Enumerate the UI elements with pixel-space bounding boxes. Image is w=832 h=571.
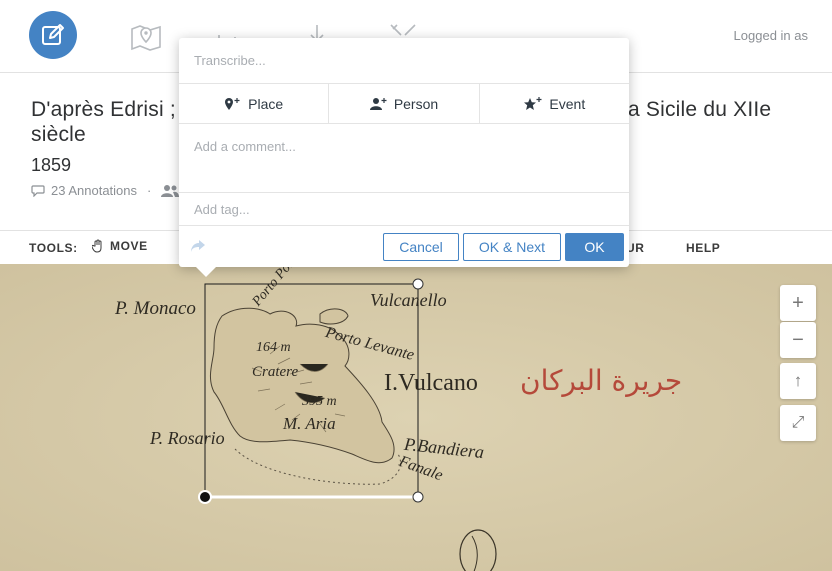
label-i-vulcano: I.Vulcano (384, 370, 478, 396)
transcribe-field[interactable]: Transcribe... (179, 38, 629, 84)
place-label: Place (248, 95, 284, 112)
label-arabic-island: جريرة البركان (520, 364, 683, 397)
ok-button[interactable]: OK (565, 233, 624, 261)
logged-in-label: Logged in as (733, 28, 808, 43)
popup-footer: Cancel OK & Next OK (179, 226, 629, 267)
title-left: D'après Edrisi ; e (31, 98, 194, 121)
star-plus-icon (524, 96, 542, 110)
hand-icon (92, 239, 102, 253)
comment-field[interactable]: Add a comment... (179, 124, 629, 193)
title-line2: siècle (31, 123, 86, 146)
user-plus-icon (369, 97, 387, 110)
comment-placeholder: Add a comment... (194, 139, 296, 154)
document-meta: 23 Annotations · N (31, 183, 195, 198)
rotate-north-button[interactable]: ↑ (780, 363, 816, 399)
label-p-rosario: P. Rosario (150, 428, 225, 448)
annotation-count[interactable]: 23 Annotations (51, 183, 137, 198)
map-marker-plus-icon (225, 97, 240, 110)
event-button[interactable]: Event (480, 84, 629, 123)
meta-separator: · (147, 183, 152, 198)
annotation-editor: Transcribe... Place Person Event Add a c… (179, 38, 629, 277)
pencil-square-icon (42, 24, 64, 45)
label-cratere: Cratere (252, 364, 299, 380)
label-vulcanello: Vulcanello (370, 290, 447, 310)
tools-label: TOOLS: (29, 241, 78, 255)
label-altitude-164: 164 m (256, 340, 291, 355)
cancel-button[interactable]: Cancel (383, 233, 459, 261)
zoom-out-button[interactable]: − (780, 322, 816, 358)
zoom-in-button[interactable]: + (780, 285, 816, 321)
share-arrow-icon[interactable] (190, 239, 206, 253)
map-viewer[interactable]: P. Monaco Vulcanello Porto Pon Porto Lev… (0, 264, 832, 571)
edit-logo-button[interactable] (29, 11, 77, 59)
tag-field[interactable]: Add tag... (179, 193, 629, 226)
place-button[interactable]: Place (179, 84, 330, 123)
person-label: Person (393, 95, 439, 112)
help-link[interactable]: HELP (686, 241, 720, 255)
label-p-monaco: P. Monaco (115, 298, 196, 319)
map-icon[interactable] (129, 20, 163, 54)
move-tool[interactable]: MOVE (92, 239, 148, 253)
fullscreen-button[interactable]: ⤢ (780, 405, 816, 441)
tag-placeholder: Add tag... (194, 202, 250, 217)
comment-icon (31, 185, 45, 197)
transcribe-placeholder: Transcribe... (194, 53, 266, 68)
event-label: Event (549, 95, 586, 112)
ok-next-button[interactable]: OK & Next (463, 233, 561, 261)
popup-arrow (195, 266, 217, 277)
move-label: MOVE (110, 239, 148, 253)
label-altitude-395: 395 m (302, 394, 337, 409)
title-right: a Sicile du XIIe (628, 98, 772, 121)
label-m-aria: M. Aria (283, 414, 336, 433)
document-year: 1859 (31, 155, 72, 175)
person-button[interactable]: Person (329, 84, 480, 123)
users-icon (161, 185, 180, 197)
entity-type-buttons: Place Person Event (179, 84, 629, 124)
